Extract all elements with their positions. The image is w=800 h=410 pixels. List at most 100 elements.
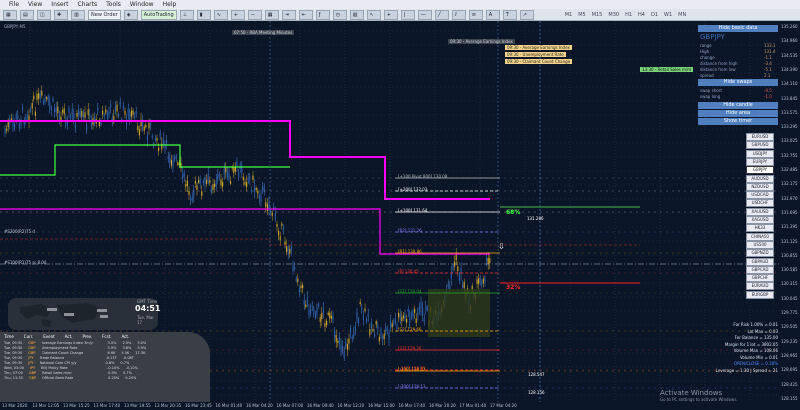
pair-button-gbpcad[interactable]: GBPCAD: [746, 265, 774, 274]
timeframe-w1[interactable]: W1: [664, 12, 672, 18]
pair-button-gbpchf[interactable]: GBPCHF: [746, 274, 774, 283]
pair-button-eurgbp[interactable]: EURGBP: [746, 290, 774, 299]
candle-body: [265, 202, 267, 207]
menu-charts[interactable]: Charts: [78, 1, 98, 8]
stat-label: spread: [700, 73, 714, 78]
pair-button-hk33[interactable]: HK33: [746, 224, 774, 233]
pair-button-eurjpy[interactable]: EURJPY: [746, 157, 774, 166]
tile-button[interactable]: ▦: [264, 9, 279, 20]
candle-body: [388, 332, 390, 339]
profiles-button[interactable]: ▤: [20, 9, 34, 20]
candle-body: [249, 176, 251, 180]
pair-button-usdjpy[interactable]: USDJPY: [746, 149, 774, 158]
timeframe-m1[interactable]: M1: [565, 12, 573, 18]
market-watch-button[interactable]: ◫: [37, 9, 51, 20]
hide-area-button[interactable]: Hide area: [698, 110, 778, 117]
candle-body: [169, 158, 171, 163]
time-tick: 16 Mar 17:40: [398, 403, 426, 408]
zoom-out-button[interactable]: −: [247, 9, 262, 20]
pair-button-us500[interactable]: US500: [746, 240, 774, 249]
navigator-button[interactable]: ✚: [54, 9, 68, 20]
indicators-button[interactable]: ƒ: [315, 9, 330, 20]
hide-candle-button[interactable]: Hide candle: [698, 102, 778, 109]
timeframe-h1[interactable]: H1: [625, 12, 632, 18]
text-button[interactable]: A: [485, 9, 500, 20]
pair-button-eurusd[interactable]: EURUSD: [746, 133, 774, 141]
pair-button-gbpaud[interactable]: GBPAUD: [746, 257, 774, 266]
arrows-button[interactable]: ↗: [519, 9, 534, 20]
zoom-in-button[interactable]: +: [230, 9, 245, 20]
candle-body: [196, 185, 198, 191]
templates-button[interactable]: ▧: [349, 9, 364, 20]
hide-swaps-button[interactable]: Hide swaps: [698, 79, 778, 86]
stat-value: 133.1: [764, 43, 776, 48]
show-timer-button[interactable]: Show timer: [698, 118, 778, 125]
new-order-button[interactable]: New Order: [88, 9, 121, 20]
candle-body: [458, 274, 460, 281]
pair-button-audusd[interactable]: AUDUSD: [746, 174, 774, 183]
timeframe-m30[interactable]: M30: [608, 12, 619, 18]
time-tick: 13 Mar 15:25: [63, 403, 90, 408]
shift-button[interactable]: ⇤: [298, 9, 313, 20]
line-chart-button[interactable]: ∿: [213, 9, 228, 20]
new-chart-button[interactable]: ▦: [3, 9, 17, 20]
timeframe-mn[interactable]: MN: [678, 12, 686, 18]
pivot-label-left1: #S200(R2)75 d: [4, 229, 35, 234]
pair-button-nzdusd[interactable]: NZDUSD: [746, 182, 774, 191]
candle-body: [463, 281, 465, 288]
pair-button-xauusd[interactable]: XAUUSD: [746, 207, 774, 216]
candle-chart-button[interactable]: ▮: [196, 9, 211, 20]
autotrading-button[interactable]: AutoTrading: [140, 9, 177, 20]
pair-button-usdcad[interactable]: USDCAD: [746, 191, 774, 200]
pivot-level-label: [S3] 129.26: [398, 346, 422, 351]
periods-button[interactable]: ◷: [332, 9, 347, 20]
hide-basic-data-button[interactable]: Hide basic data: [698, 25, 778, 32]
timeframe-h4[interactable]: H4: [638, 12, 645, 18]
menu-help[interactable]: Help: [163, 1, 177, 8]
crosshair-button[interactable]: +: [383, 9, 398, 20]
metaeditor-button[interactable]: ◈: [123, 9, 138, 20]
timeframe-m15[interactable]: M15: [592, 12, 603, 18]
autoscroll-button[interactable]: ⇥: [281, 9, 296, 20]
price-tick: 128.695: [781, 367, 798, 373]
cursor-button[interactable]: ↖: [366, 9, 381, 20]
trendline-button[interactable]: ╱: [434, 9, 449, 20]
timeframe-m5[interactable]: M5: [578, 12, 586, 18]
time-tick: 16 Mar 12:20: [337, 403, 365, 408]
menu-insert[interactable]: Insert: [51, 1, 68, 8]
candle-body: [342, 345, 344, 352]
candle-body: [114, 106, 116, 112]
menu-tools[interactable]: Tools: [106, 1, 121, 8]
pivot-label-left2: #S100(R1)75 p: 8.00: [4, 260, 47, 265]
candle-body: [98, 121, 100, 126]
bar-chart-button[interactable]: ⊥: [179, 9, 194, 20]
menu-view[interactable]: View: [28, 1, 42, 8]
candle-body: [391, 323, 393, 328]
menu-file[interactable]: File: [9, 1, 19, 8]
pair-button-gbpnzd[interactable]: GBPNZD: [746, 249, 774, 258]
signal-zone: [428, 289, 490, 337]
candle-body: [324, 323, 326, 327]
price-tick: 133.025: [781, 138, 798, 144]
hline-button[interactable]: —: [417, 9, 432, 20]
pair-button-xagusd[interactable]: XAGUSD: [746, 216, 774, 224]
candle-body: [260, 195, 262, 202]
candle-body: [41, 90, 43, 96]
timeframe-d1[interactable]: D1: [651, 12, 658, 18]
pair-button-usdchf[interactable]: USDCHF: [746, 199, 774, 208]
pair-button-gbpusd[interactable]: GBPUSD: [746, 141, 774, 150]
label-button[interactable]: T: [502, 9, 517, 20]
calendar-row[interactable]: Thu, 11:30 GBP Official Bank Rate 0.25% 0.25…: [0, 376, 210, 381]
pivot-level-label: [R1] 130.86: [398, 249, 422, 254]
candle-body: [246, 181, 248, 188]
fibo-button[interactable]: ≡: [468, 9, 483, 20]
terminal-button[interactable]: ▥: [71, 9, 85, 20]
candle-body: [87, 109, 89, 116]
menu-window[interactable]: Window: [130, 1, 154, 8]
pair-button-euraud[interactable]: EURAUD: [746, 282, 774, 291]
equidistant-button[interactable]: ⫽: [451, 9, 466, 20]
vline-button[interactable]: |: [400, 9, 415, 20]
candle-body: [18, 123, 20, 128]
pair-button-gbpjpy[interactable]: GBPJPY: [746, 166, 774, 175]
pair-button-china50[interactable]: CHINA50: [746, 232, 774, 241]
